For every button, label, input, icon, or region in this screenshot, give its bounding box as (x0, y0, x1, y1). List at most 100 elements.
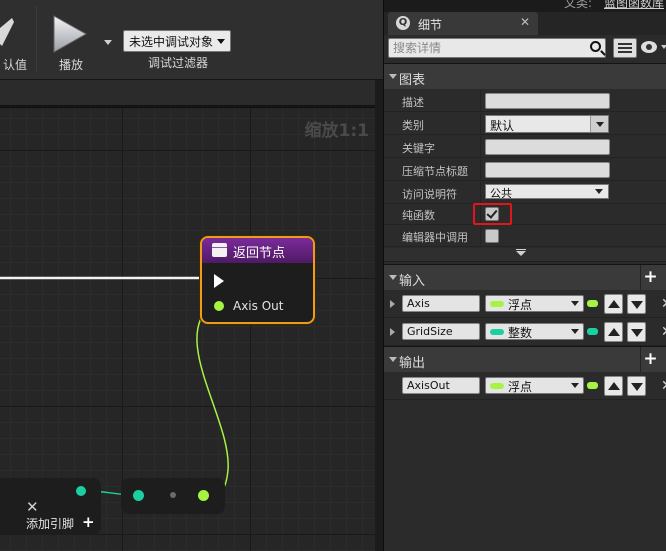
remove-param-icon[interactable]: ✕ (661, 296, 666, 312)
float-type-icon (490, 383, 504, 389)
property-matrix-button[interactable] (613, 38, 637, 58)
prop-row-category: 类别 默认 (384, 113, 666, 135)
return-node-title: 返回节点 (233, 246, 286, 261)
access-specifier-combo[interactable]: 公共 (485, 184, 609, 200)
input-name-field[interactable]: GridSize (402, 323, 480, 340)
section-outputs[interactable]: 输出 + (384, 346, 666, 372)
integer-type-icon (490, 329, 504, 335)
input-name-field[interactable]: Axis (402, 295, 480, 312)
prop-label: 关键字 (402, 142, 435, 155)
keywords-input[interactable] (485, 139, 610, 155)
window-title-strip: 文类: 蓝图函数库 (384, 0, 666, 12)
collapse-arrow-icon (389, 275, 397, 280)
parent-class-label: 文类: (564, 0, 593, 10)
parent-class-link[interactable]: 蓝图函数库 (604, 0, 664, 11)
float-pin-icon (587, 300, 598, 307)
search-input[interactable] (389, 39, 579, 57)
add-input-button[interactable]: + (640, 265, 660, 290)
float-pin-icon (587, 382, 598, 389)
axis-wire (196, 304, 229, 496)
return-node-header: 返回节点 (202, 238, 313, 263)
search-icon: Q (396, 16, 410, 30)
input-type-value: 整数 (508, 326, 533, 340)
chevron-down-icon (567, 296, 583, 311)
prop-label: 描述 (402, 96, 424, 109)
move-up-button[interactable] (604, 322, 623, 342)
move-down-button[interactable] (627, 322, 646, 342)
move-down-button[interactable] (627, 376, 646, 396)
prop-row-compact-title: 压缩节点标题 (384, 159, 666, 181)
prop-row-keywords: 关键字 (384, 136, 666, 158)
description-input[interactable] (485, 93, 610, 109)
output-type-combo[interactable]: 浮点 (485, 377, 584, 394)
call-in-editor-checkbox[interactable] (485, 229, 499, 243)
input-type-combo[interactable]: 整数 (485, 323, 584, 340)
remove-icon[interactable]: ✕ (26, 498, 39, 516)
add-output-button[interactable]: + (640, 347, 660, 372)
return-node-icon (212, 243, 227, 257)
expand-arrow-icon (516, 251, 526, 256)
view-options-button[interactable] (641, 41, 666, 53)
collapse-arrow-icon (389, 357, 397, 362)
magnifier-icon[interactable] (590, 41, 601, 52)
prop-row-call-in-editor: 编辑器中调用 (384, 225, 666, 247)
category-combo[interactable]: 默认 (485, 115, 609, 133)
prop-row-description: 描述 (384, 90, 666, 112)
tab-details-label: 细节 (418, 18, 443, 32)
chevron-down-icon (661, 45, 666, 49)
graph-wires (0, 276, 229, 496)
move-up-button[interactable] (604, 376, 623, 396)
output-param-row: AxisOut 浮点 ✕ (384, 372, 666, 400)
input-type-value: 浮点 (508, 298, 533, 312)
eye-icon (641, 41, 657, 53)
section-graph[interactable]: 图表 (384, 63, 666, 89)
section-inputs[interactable]: 输入 + (384, 264, 666, 290)
close-icon[interactable]: ✕ (520, 15, 530, 29)
input-param-row: Axis 浮点 ✕ (384, 290, 666, 318)
input-param-row: GridSize 整数 ✕ (384, 318, 666, 346)
section-inputs-title: 输入 (399, 274, 426, 289)
float-type-icon (490, 301, 504, 307)
input-type-combo[interactable]: 浮点 (485, 295, 584, 312)
prop-label: 访问说明符 (402, 188, 457, 201)
prop-label: 编辑器中调用 (402, 231, 468, 244)
prop-row-pure: 纯函数 (384, 203, 666, 225)
add-pin-plus-icon[interactable]: + (82, 513, 95, 531)
prop-label: 压缩节点标题 (402, 165, 468, 178)
section-graph-title: 图表 (399, 73, 426, 88)
add-pin-label[interactable]: 添加引脚 (26, 515, 74, 532)
exec-in-pin-icon[interactable] (214, 274, 224, 288)
prop-row-access-specifier: 访问说明符 公共 (384, 182, 666, 204)
compact-title-input[interactable] (485, 162, 610, 178)
pure-checkbox-highlight (473, 203, 512, 225)
function-entry-node[interactable]: ✕ 添加引脚 + (0, 478, 101, 535)
reroute-input-pin[interactable] (133, 490, 144, 501)
chevron-down-icon (567, 378, 583, 393)
advanced-expand-bar[interactable] (384, 248, 666, 262)
output-name-field[interactable]: AxisOut (402, 377, 480, 394)
search-details-field[interactable] (388, 38, 606, 58)
reroute-output-pin[interactable] (198, 490, 209, 501)
access-specifier-value: 公共 (490, 187, 512, 200)
axis-out-pin[interactable] (214, 301, 224, 311)
remove-param-icon[interactable]: ✕ (661, 324, 666, 340)
details-panel: 文类: 蓝图函数库 Q 细节 ✕ 图表 描述 类别 (383, 0, 666, 551)
expand-arrow-icon[interactable] (390, 300, 395, 308)
output-type-value: 浮点 (508, 380, 533, 394)
reroute-node[interactable] (121, 478, 225, 514)
return-node[interactable]: 返回节点 Axis Out (200, 236, 315, 324)
remove-param-icon[interactable]: ✕ (661, 378, 666, 394)
prop-label: 纯函数 (402, 209, 435, 222)
move-up-button[interactable] (604, 294, 623, 314)
expand-arrow-icon[interactable] (390, 328, 395, 336)
integer-pin-icon (587, 328, 598, 335)
category-value: 默认 (490, 119, 515, 133)
section-outputs-title: 输出 (399, 356, 426, 371)
prop-label: 类别 (402, 119, 424, 132)
chevron-down-icon (590, 116, 608, 132)
gridsize-output-pin[interactable] (76, 486, 86, 496)
move-down-button[interactable] (627, 294, 646, 314)
tab-details[interactable]: Q 细节 ✕ (388, 12, 538, 35)
details-body: 图表 描述 类别 默认 关键字 压缩节点标题 访问说明符 (384, 35, 666, 551)
collapse-arrow-icon (389, 74, 397, 79)
